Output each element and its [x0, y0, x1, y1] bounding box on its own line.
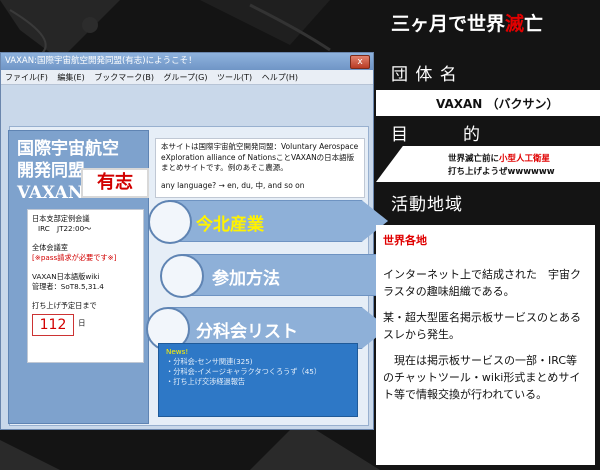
menu-file[interactable]: ファイル(F) [5, 73, 48, 82]
region-paragraph-2: 某・超大型匿名掲示板サービスのとあるスレから発生。 [383, 311, 581, 341]
hall-link[interactable]: 全体会議室 [32, 243, 139, 253]
site-title-line1: 国際宇宙航空 [17, 139, 119, 159]
site-header-panel: 国際宇宙航空 開発同盟 VAXAN 有志 日本支部定例会議 IRC JT22:0… [8, 130, 149, 424]
wiki-link[interactable]: VAXAN日本語版wiki [32, 272, 139, 282]
region-heading: 世界各地 [383, 234, 427, 247]
region-paragraph-3: 現在は掲示板サービスの一部・IRC等のチャットツール・wiki形式まとめサイト等… [383, 354, 581, 401]
language-links[interactable]: any language? → en, du, 中, and so on [161, 181, 359, 192]
purpose-line1-red: 小型人工衛星 [499, 154, 551, 164]
news-item[interactable]: ・分科会-イメージキャラクタつくろうず（45） [166, 367, 350, 377]
news-item[interactable]: ・分科会-センサ関連(325) [166, 357, 350, 367]
menu-group[interactable]: グループ(G) [164, 73, 208, 82]
hall-note: [※pass請求が必要です※] [32, 253, 117, 262]
meeting-label: 日本支部定例会議 [32, 214, 90, 223]
window-titlebar: VAXAN:国際宇宙航空開発同盟(有志)にようこそ！ [1, 53, 373, 70]
news-box: News! ・分科会-センサ関連(325) ・分科会-イメージキャラクタつくろう… [158, 343, 358, 417]
nav-join[interactable]: 参加方法 [212, 264, 280, 289]
close-icon: x [357, 57, 363, 67]
intro-text: 本サイトは国際宇宙航空開発同盟：Voluntary Aerospace eXpl… [161, 142, 359, 172]
info-box: 日本支部定例会議 IRC JT22:00～ 全体会議室 [※pass請求が必要で… [27, 209, 144, 363]
purpose-line2: 打ち上げようぜwwwwww [448, 167, 555, 177]
name-value: VAXAN （バクサン） [436, 97, 559, 111]
slide-title-post: 亡 [524, 13, 544, 35]
purpose-label: 目 的 [391, 125, 481, 145]
close-button[interactable]: x [350, 55, 370, 69]
purpose-line1: 世界滅亡前に小型人工衛星 [448, 152, 550, 164]
news-heading: News! [166, 347, 189, 356]
nav-circle-join [160, 254, 204, 298]
nav-circle-summary [148, 200, 192, 244]
yushi-badge: 有志 [81, 168, 149, 198]
meeting-time: IRC JT22:00～ [38, 224, 92, 233]
menu-edit[interactable]: 編集(E) [57, 73, 84, 82]
countdown-value: 112 [32, 314, 74, 336]
news-item[interactable]: ・打ち上げ交渉経過報告 [166, 377, 350, 387]
admin-info: 管理者：SoT8.5,31.4 [32, 282, 104, 291]
menu-bar: ファイル(F) 編集(E) ブックマーク(B) グループ(G) ツール(T) ヘ… [1, 70, 373, 85]
region-box: 世界各地 インターネット上で結成された 宇宙クラスタの趣味組織である。 某・超大… [376, 225, 595, 465]
slide-title-red: 滅 [505, 13, 525, 35]
purpose-line1-pre: 世界滅亡前に [448, 154, 500, 164]
menu-tools[interactable]: ツール(T) [217, 73, 252, 82]
countdown-label: 打ち上げ予定日まで [32, 301, 97, 310]
menu-bookmark[interactable]: ブックマーク(B) [94, 73, 154, 82]
nav-summary[interactable]: 今北産業 [196, 210, 264, 235]
countdown-unit: 日 [78, 318, 86, 328]
name-label: 団 体 名 [391, 65, 458, 85]
intro-box: 本サイトは国際宇宙航空開発同盟：Voluntary Aerospace eXpl… [155, 138, 365, 198]
menu-help[interactable]: ヘルプ(H) [262, 73, 298, 82]
slide-title: 三ヶ月で世界滅亡 [391, 9, 543, 36]
slide-title-pre: 三ヶ月で世界 [391, 13, 506, 35]
window-title: VAXAN:国際宇宙航空開発同盟(有志)にようこそ！ [5, 56, 197, 66]
region-paragraph-1: インターネット上で結成された 宇宙クラスタの趣味組織である。 [383, 268, 581, 298]
nav-subcommittee[interactable]: 分科会リスト [196, 317, 298, 342]
region-label: 活動地域 [391, 195, 463, 215]
